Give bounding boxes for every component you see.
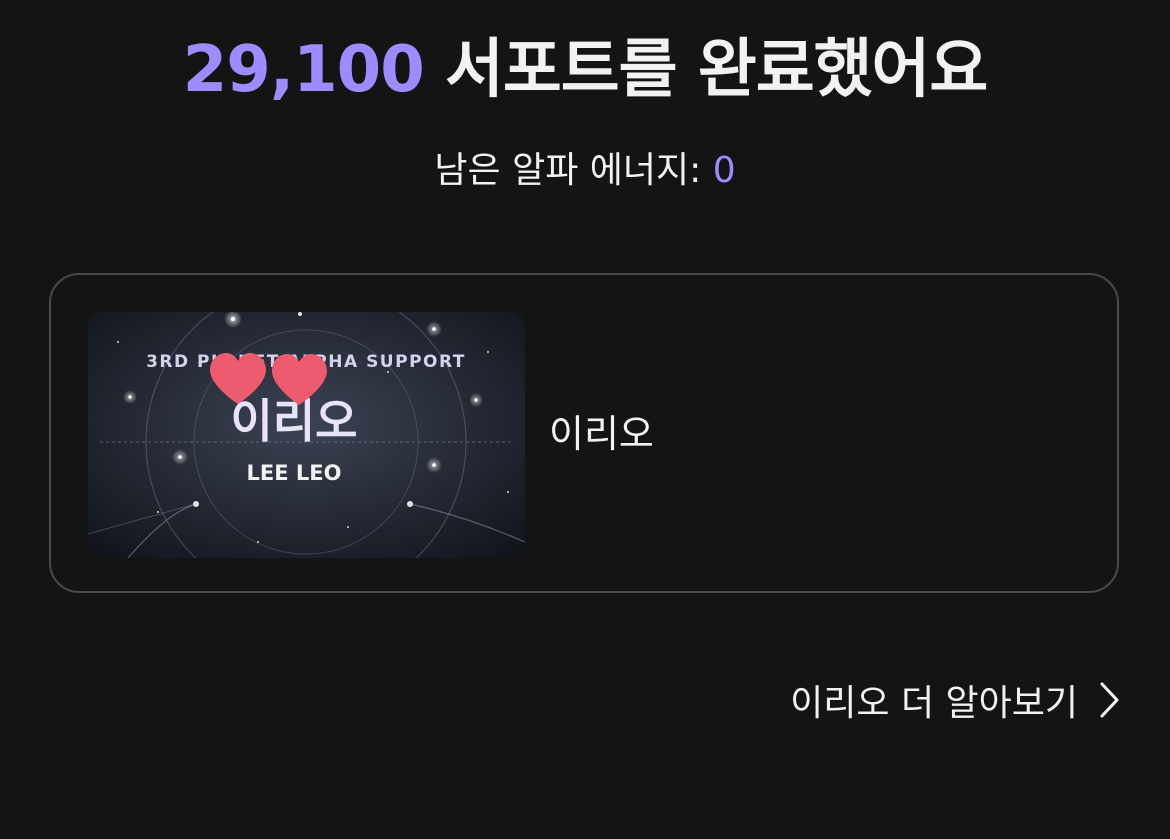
support-card-name: 이리오 <box>549 412 654 456</box>
remaining-energy-label: 남은 알파 에너지: <box>434 150 713 191</box>
chevron-right-icon <box>1100 682 1119 718</box>
remaining-energy-value: 0 <box>712 150 736 191</box>
remaining-energy: 남은 알파 에너지: 0 <box>0 146 1170 196</box>
completion-message: 서포트를 완료했어요 <box>445 33 988 107</box>
banner-subtitle: LEE LEO <box>247 461 342 485</box>
learn-more-link[interactable]: 이리오 더 알아보기 <box>790 672 1122 728</box>
learn-more-label: 이리오 더 알아보기 <box>790 683 1078 724</box>
completion-headline: 29,100 서포트를 완료했어요 <box>0 28 1170 112</box>
support-card[interactable]: 3RD PLANET ALPHA SUPPORT 이리오 LEE LEO 이리오 <box>49 273 1119 593</box>
banner-title: 이리오 <box>231 394 358 448</box>
support-banner-image: 3RD PLANET ALPHA SUPPORT 이리오 LEE LEO <box>88 312 525 558</box>
support-count: 29,100 <box>182 33 425 107</box>
